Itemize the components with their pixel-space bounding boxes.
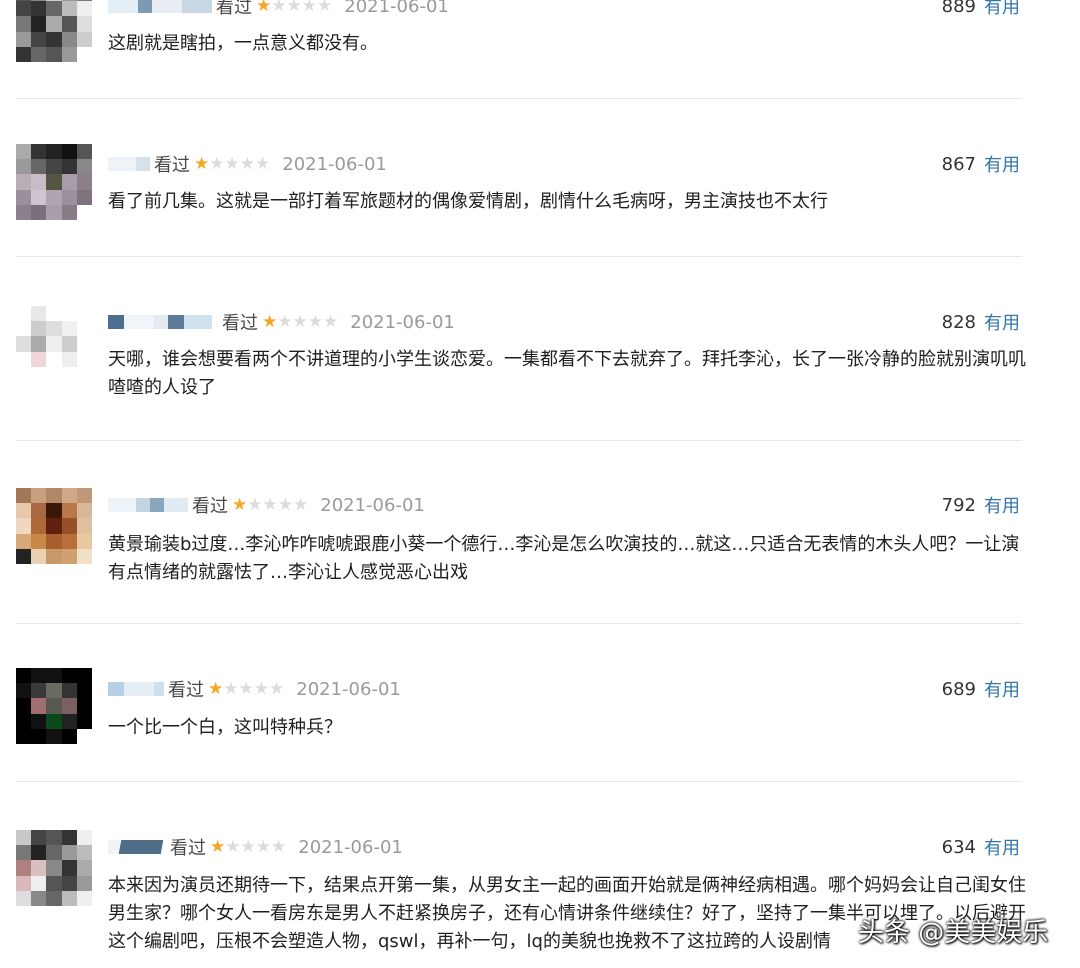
star-icon: ★ bbox=[262, 311, 278, 332]
star-icon: ★ bbox=[240, 836, 256, 857]
divider bbox=[16, 781, 1022, 782]
useful-button[interactable]: 有用 bbox=[984, 676, 1020, 702]
star-icon: ★ bbox=[256, 0, 272, 16]
star-icon: ★ bbox=[301, 0, 317, 16]
review-text: 看了前几集。这就是一部打着军旅题材的偶像爱情剧，剧情什么毛病呀，男主演技也不太行 bbox=[108, 191, 828, 212]
useful-button[interactable]: 有用 bbox=[984, 834, 1020, 860]
watched-status: 看过 bbox=[168, 680, 204, 701]
star-icon: ★ bbox=[323, 311, 339, 332]
username-blurred[interactable] bbox=[108, 498, 188, 512]
rating-stars: ★ ★ ★ ★ ★ bbox=[262, 311, 339, 332]
star-icon: ★ bbox=[255, 836, 271, 857]
review-date: 2021-06-01 bbox=[298, 836, 403, 858]
review-text: 黄景瑜装b过度…李沁咋咋唬唬跟鹿小葵一个德行…李沁是怎么吹演技的…就这…只适合无… bbox=[108, 534, 1020, 583]
review-text: 一个比一个白，这叫特种兵？ bbox=[108, 717, 342, 738]
watched-status: 看过 bbox=[222, 313, 258, 334]
watched-status: 看过 bbox=[170, 838, 206, 859]
star-icon: ★ bbox=[194, 153, 210, 174]
username-blurred[interactable] bbox=[108, 157, 150, 171]
review-text: 天哪，谁会想要看两个不讲道理的小学生谈恋爱。一集都看不下去就弃了。拜托李沁，长了… bbox=[108, 349, 1026, 398]
star-icon: ★ bbox=[223, 678, 239, 699]
star-icon: ★ bbox=[208, 678, 224, 699]
rating-stars: ★ ★ ★ ★ ★ bbox=[210, 836, 287, 857]
divider bbox=[16, 98, 1022, 99]
star-icon: ★ bbox=[286, 0, 302, 16]
vote-count: 889 bbox=[941, 0, 976, 17]
star-icon: ★ bbox=[307, 311, 323, 332]
star-icon: ★ bbox=[239, 153, 255, 174]
divider bbox=[16, 623, 1022, 624]
avatar[interactable] bbox=[16, 0, 92, 62]
watermark: 头条 @美美娱乐 bbox=[858, 918, 1049, 948]
watched-status: 看过 bbox=[154, 155, 190, 176]
star-icon: ★ bbox=[255, 153, 271, 174]
useful-button[interactable]: 有用 bbox=[984, 492, 1020, 518]
star-icon: ★ bbox=[247, 494, 263, 515]
rating-stars: ★ ★ ★ ★ ★ bbox=[208, 678, 285, 699]
star-icon: ★ bbox=[238, 678, 254, 699]
review-date: 2021-06-01 bbox=[296, 678, 401, 700]
star-icon: ★ bbox=[209, 153, 225, 174]
vote-count: 634 bbox=[941, 836, 976, 858]
watched-status: 看过 bbox=[192, 496, 228, 517]
star-icon: ★ bbox=[271, 836, 287, 857]
divider bbox=[16, 440, 1022, 441]
star-icon: ★ bbox=[210, 836, 226, 857]
star-icon: ★ bbox=[292, 311, 308, 332]
star-icon: ★ bbox=[253, 678, 269, 699]
rating-stars: ★ ★ ★ ★ ★ bbox=[194, 153, 271, 174]
rating-stars: ★ ★ ★ ★ ★ bbox=[232, 494, 309, 515]
star-icon: ★ bbox=[225, 836, 241, 857]
review-date: 2021-06-01 bbox=[282, 153, 387, 175]
review-date: 2021-06-01 bbox=[320, 494, 425, 516]
avatar[interactable] bbox=[16, 488, 92, 564]
useful-button[interactable]: 有用 bbox=[984, 309, 1020, 335]
vote-count: 828 bbox=[941, 311, 976, 333]
useful-button[interactable]: 有用 bbox=[984, 0, 1020, 19]
review-date: 2021-06-01 bbox=[350, 311, 455, 333]
vote-count: 792 bbox=[941, 494, 976, 516]
star-icon: ★ bbox=[277, 494, 293, 515]
review-date: 2021-06-01 bbox=[344, 0, 449, 17]
rating-stars: ★ ★ ★ ★ ★ bbox=[256, 0, 332, 15]
divider bbox=[16, 256, 1022, 257]
star-icon: ★ bbox=[269, 678, 285, 699]
vote-count: 867 bbox=[941, 153, 976, 175]
username-blurred[interactable] bbox=[108, 0, 212, 13]
vote-count: 689 bbox=[941, 678, 976, 700]
avatar[interactable] bbox=[16, 830, 92, 906]
watched-status: 看过 bbox=[216, 0, 252, 18]
username-blurred[interactable] bbox=[108, 840, 164, 854]
star-icon: ★ bbox=[317, 0, 333, 16]
star-icon: ★ bbox=[271, 0, 287, 16]
star-icon: ★ bbox=[262, 494, 278, 515]
useful-button[interactable]: 有用 bbox=[984, 151, 1020, 177]
star-icon: ★ bbox=[232, 494, 248, 515]
star-icon: ★ bbox=[293, 494, 309, 515]
avatar[interactable] bbox=[16, 306, 92, 382]
username-blurred[interactable] bbox=[108, 682, 164, 696]
star-icon: ★ bbox=[277, 311, 293, 332]
username-blurred[interactable] bbox=[108, 315, 212, 329]
review-text: 这剧就是瞎拍，一点意义都没有。 bbox=[108, 33, 378, 54]
avatar[interactable] bbox=[16, 144, 92, 220]
star-icon: ★ bbox=[224, 153, 240, 174]
avatar[interactable] bbox=[16, 668, 92, 744]
